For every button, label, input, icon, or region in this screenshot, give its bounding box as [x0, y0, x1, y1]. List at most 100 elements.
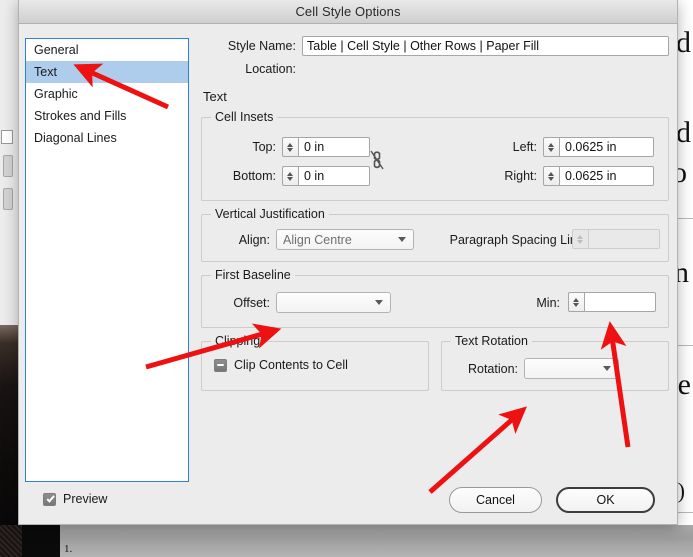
sidebar-item-label: Diagonal Lines	[34, 131, 117, 145]
doc-fragment-1: d	[676, 118, 691, 148]
style-name-label: Style Name:	[201, 39, 302, 53]
options-pane: Style Name: Table | Cell Style | Other R…	[201, 36, 669, 391]
paragraph-spacing-limit-input	[588, 229, 660, 249]
sidebar-item-graphic[interactable]: Graphic	[26, 83, 188, 105]
clip-contents-to-cell-checkbox-row[interactable]: Clip Contents to Cell	[214, 358, 348, 372]
chevron-up-icon[interactable]	[573, 298, 580, 302]
text-rotation-legend: Text Rotation	[451, 334, 532, 348]
checkbox-check-icon	[46, 494, 54, 503]
offset-dropdown[interactable]	[276, 292, 391, 313]
chevron-up-icon[interactable]	[287, 143, 294, 147]
chevron-down-icon[interactable]	[287, 177, 294, 181]
cell-inset-left-field[interactable]: 0.0625 in	[543, 137, 654, 157]
rotation-label: Rotation:	[454, 362, 518, 376]
cell-inset-bottom-input[interactable]: 0 in	[298, 166, 370, 186]
offset-label: Offset:	[214, 296, 270, 310]
vertical-justification-legend: Vertical Justification	[211, 207, 329, 221]
preview-checkbox-row[interactable]: Preview	[43, 492, 107, 506]
cell-inset-left-stepper[interactable]	[543, 137, 559, 157]
cell-inset-right-input[interactable]: 0.0625 in	[559, 166, 654, 186]
min-stepper[interactable]	[568, 292, 584, 312]
vertical-justification-group: Vertical Justification Align: Align Cent…	[201, 214, 669, 262]
chevron-up-icon[interactable]	[287, 172, 294, 176]
background-tool-chip-2	[3, 188, 13, 210]
sidebar-item-label: Text	[34, 65, 57, 79]
cell-style-options-dialog: Cell Style Options General Text Graphic …	[18, 0, 678, 525]
dialog-body: General Text Graphic Strokes and Fills D…	[19, 24, 677, 524]
cell-inset-bottom-label: Bottom:	[208, 169, 276, 183]
clip-contents-to-cell-label: Clip Contents to Cell	[234, 358, 348, 372]
screen: d d o n fe ) 1. Cell Style Options Gener…	[0, 0, 693, 557]
align-dropdown-value: Align Centre	[283, 233, 352, 247]
chevron-down-icon[interactable]	[548, 148, 555, 152]
min-field[interactable]	[568, 292, 656, 312]
sidebar-item-label: Strokes and Fills	[34, 109, 126, 123]
cancel-button-label: Cancel	[476, 493, 515, 507]
align-dropdown[interactable]: Align Centre	[276, 229, 414, 250]
first-baseline-group: First Baseline Offset: Min:	[201, 275, 669, 328]
ok-button[interactable]: OK	[556, 487, 655, 513]
cell-inset-top-label: Top:	[208, 140, 276, 154]
chevron-down-icon[interactable]	[548, 177, 555, 181]
cell-inset-bottom-stepper[interactable]	[282, 166, 298, 186]
background-page-number: 1.	[62, 525, 86, 557]
dialog-titlebar[interactable]: Cell Style Options	[19, 0, 677, 24]
cancel-button[interactable]: Cancel	[449, 487, 542, 513]
cell-inset-left-input[interactable]: 0.0625 in	[559, 137, 654, 157]
chevron-up-icon[interactable]	[548, 172, 555, 176]
sidebar-item-diagonal-lines[interactable]: Diagonal Lines	[26, 127, 188, 149]
clip-contents-to-cell-checkbox[interactable]	[214, 359, 227, 372]
cell-insets-legend: Cell Insets	[211, 110, 277, 124]
location-label: Location:	[201, 62, 302, 76]
paragraph-spacing-limit-stepper	[572, 229, 588, 249]
background-left-image-strip	[0, 325, 18, 557]
doc-fragment-5: )	[678, 480, 685, 502]
cell-inset-right-field[interactable]: 0.0625 in	[543, 166, 654, 186]
doc-fragment-0: d	[676, 28, 691, 58]
chevron-down-icon	[577, 240, 584, 244]
cell-insets-group: Cell Insets Top: 0 in Bottom:	[201, 117, 669, 201]
rotation-dropdown[interactable]	[524, 358, 619, 379]
min-input[interactable]	[584, 292, 656, 312]
cell-inset-bottom-field[interactable]: 0 in	[282, 166, 370, 186]
background-bottom-texture	[0, 525, 22, 557]
paragraph-spacing-limit-field	[572, 229, 660, 249]
ok-button-label: OK	[596, 493, 614, 507]
style-name-row: Style Name: Table | Cell Style | Other R…	[201, 36, 669, 56]
chevron-down-icon	[603, 366, 612, 372]
style-name-input[interactable]: Table | Cell Style | Other Rows | Paper …	[302, 36, 669, 56]
sidebar-item-text[interactable]: Text	[26, 61, 188, 83]
sidebar-item-strokes-and-fills[interactable]: Strokes and Fills	[26, 105, 188, 127]
page-number-label: 1.	[64, 543, 72, 555]
chevron-down-icon[interactable]	[573, 303, 580, 307]
broken-chain-link-icon[interactable]	[367, 148, 387, 177]
cell-inset-right-stepper[interactable]	[543, 166, 559, 186]
preview-checkbox[interactable]	[43, 493, 56, 506]
chevron-up-icon[interactable]	[548, 143, 555, 147]
sidebar-item-label: Graphic	[34, 87, 78, 101]
background-bottom-strip	[0, 525, 693, 557]
clipping-group: Clipping Clip Contents to Cell	[201, 341, 429, 391]
cell-inset-top-stepper[interactable]	[282, 137, 298, 157]
paragraph-spacing-limit-label: Paragraph Spacing Limit:	[420, 233, 590, 247]
chevron-down-icon	[398, 237, 407, 243]
align-label: Align:	[214, 233, 270, 247]
chevron-up-icon	[577, 235, 584, 239]
cell-inset-right-label: Right:	[477, 169, 537, 183]
dialog-title: Cell Style Options	[295, 4, 400, 19]
clipping-legend: Clipping	[211, 334, 264, 348]
location-row: Location:	[201, 60, 669, 78]
background-tool-chip-1	[3, 155, 13, 177]
chevron-down-icon	[375, 300, 384, 306]
first-baseline-legend: First Baseline	[211, 268, 295, 282]
section-heading-text: Text	[203, 89, 669, 104]
chevron-down-icon[interactable]	[287, 148, 294, 152]
min-label: Min:	[520, 296, 560, 310]
sidebar-item-general[interactable]: General	[26, 39, 188, 61]
dialog-footer: Preview Cancel OK	[19, 480, 677, 524]
cell-inset-top-field[interactable]: 0 in	[282, 137, 370, 157]
cell-inset-top-input[interactable]: 0 in	[298, 137, 370, 157]
sidebar-item-label: General	[34, 43, 78, 57]
category-list[interactable]: General Text Graphic Strokes and Fills D…	[25, 38, 189, 482]
clipping-rotation-row: Clipping Clip Contents to Cell Text Rota…	[201, 341, 669, 391]
